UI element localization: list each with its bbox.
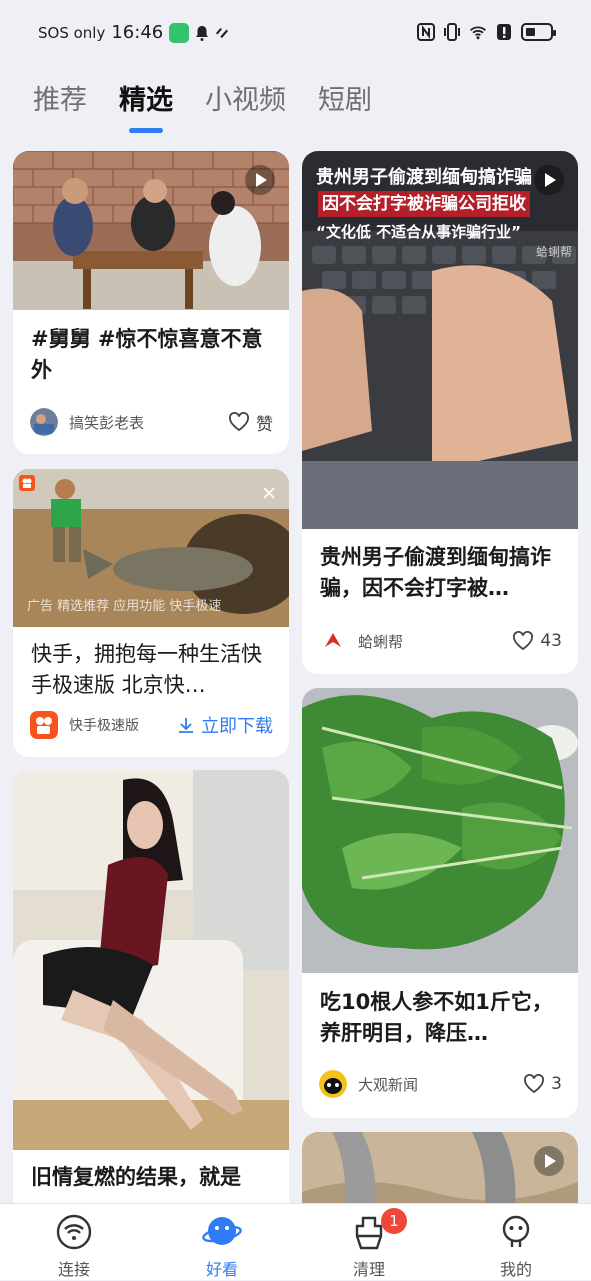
advertiser-name: 快手极速版	[69, 718, 139, 734]
bottom-nav: 连接 好看 1 清理 我的	[0, 1203, 591, 1280]
image-thumbnail	[302, 688, 578, 973]
author-avatar	[319, 1070, 347, 1098]
nav-good-look[interactable]: 好看	[172, 1204, 272, 1281]
author-avatar	[319, 627, 347, 655]
like-label: 赞	[256, 414, 273, 435]
ad-overlay-text: 广告 精选推荐 应用功能 快手极速	[27, 599, 222, 614]
nav-label: 我的	[499, 1260, 532, 1279]
carrier-text: SOS only	[38, 23, 106, 42]
play-icon	[534, 165, 564, 195]
video-watermark: 蛤蜊帮	[535, 245, 572, 259]
feed-card-card-game[interactable]: #舅舅 #惊不惊喜意不意外 搞笑彭老表 赞	[13, 151, 289, 454]
close-icon[interactable]	[263, 487, 275, 499]
feed-card-ad[interactable]: 广告 精选推荐 应用功能 快手极速 快手，拥抱每一种生活快手极速版 北京快… 快…	[13, 469, 289, 757]
like-button[interactable]: 3	[523, 1074, 562, 1094]
nav-mine[interactable]: 我的	[466, 1204, 566, 1281]
tab-featured[interactable]: 精选	[119, 78, 173, 133]
nav-clean[interactable]: 1 清理	[319, 1204, 419, 1281]
card-title: 贵州男子偷渡到缅甸搞诈骗，因不会打字被…	[320, 545, 551, 600]
status-bar: SOS only 16:46	[0, 0, 591, 66]
card-title: 旧情复燃的结果，就是	[31, 1165, 241, 1189]
card-title: #舅舅 #惊不惊喜意不意外	[31, 327, 263, 382]
like-button[interactable]: 赞	[228, 410, 273, 435]
kuaishou-logo-icon	[30, 711, 58, 739]
heart-icon	[229, 412, 249, 432]
notification-badge: 1	[381, 1208, 407, 1234]
feed-card-vegetable[interactable]: 吃10根人参不如1斤它，养肝明目，降压… 大观新闻 3	[302, 688, 578, 1118]
app-badge-icon	[19, 475, 35, 491]
nav-label: 连接	[57, 1260, 90, 1279]
nav-label: 清理	[352, 1260, 385, 1279]
heart-icon	[524, 1074, 545, 1094]
play-icon	[534, 1146, 564, 1176]
card-title: 快手，拥抱每一种生活快手极速版 北京快…	[31, 642, 262, 697]
vibrate-icon	[444, 23, 460, 41]
video-thumbnail	[13, 770, 289, 1150]
sync-icon	[216, 27, 229, 38]
download-icon	[179, 718, 193, 733]
battery-icon	[521, 23, 556, 41]
tab-recommend[interactable]: 推荐	[33, 78, 87, 117]
clock: 16:46	[111, 22, 164, 43]
play-icon	[245, 165, 275, 195]
tab-short-video[interactable]: 小视频	[205, 78, 286, 117]
like-count: 43	[540, 631, 562, 651]
author-avatar	[30, 408, 58, 436]
tab-short-drama[interactable]: 短剧	[318, 78, 372, 117]
card-meta: 大观新闻 3	[319, 1069, 562, 1099]
wechat-icon	[169, 22, 190, 43]
nav-label: 好看	[205, 1260, 238, 1279]
overlay-quote: “文化低 不适合从事诈骗行业”	[316, 223, 521, 241]
feed-card-scam-news[interactable]: 贵州男子偷渡到缅甸搞诈骗 因不会打字被诈骗公司拒收 “文化低 不适合从事诈骗行业…	[302, 151, 578, 674]
card-title: 吃10根人参不如1斤它，养肝明目，降压…	[320, 990, 553, 1045]
bell-icon	[196, 25, 209, 41]
wifi-icon	[56, 1214, 92, 1250]
author-name: 蛤蜊帮	[358, 632, 404, 651]
card-meta: 蛤蜊帮 43	[319, 626, 562, 656]
card-meta: 搞笑彭老表 赞	[30, 407, 273, 437]
author-name: 搞笑彭老表	[69, 413, 145, 432]
download-label: 立即下载	[201, 716, 273, 737]
like-count: 3	[551, 1074, 562, 1094]
download-button[interactable]: 立即下载	[177, 712, 273, 738]
card-meta: 快手极速版 立即下载	[30, 710, 273, 740]
heart-icon	[513, 631, 534, 651]
nfc-icon	[417, 23, 435, 41]
feed-card-woman[interactable]: 旧情复燃的结果，就是	[13, 770, 289, 1230]
nav-connect[interactable]: 连接	[24, 1204, 124, 1281]
profile-icon	[502, 1215, 530, 1247]
overlay-subheadline: 因不会打字被诈骗公司拒收	[318, 191, 530, 217]
channel-tabs: 推荐 精选 小视频 短剧	[33, 78, 372, 133]
like-button[interactable]: 43	[512, 631, 562, 651]
planet-icon	[202, 1217, 242, 1245]
alert-icon	[497, 24, 511, 40]
author-name: 大观新闻	[358, 1075, 419, 1094]
wifi-status-icon	[470, 26, 486, 40]
